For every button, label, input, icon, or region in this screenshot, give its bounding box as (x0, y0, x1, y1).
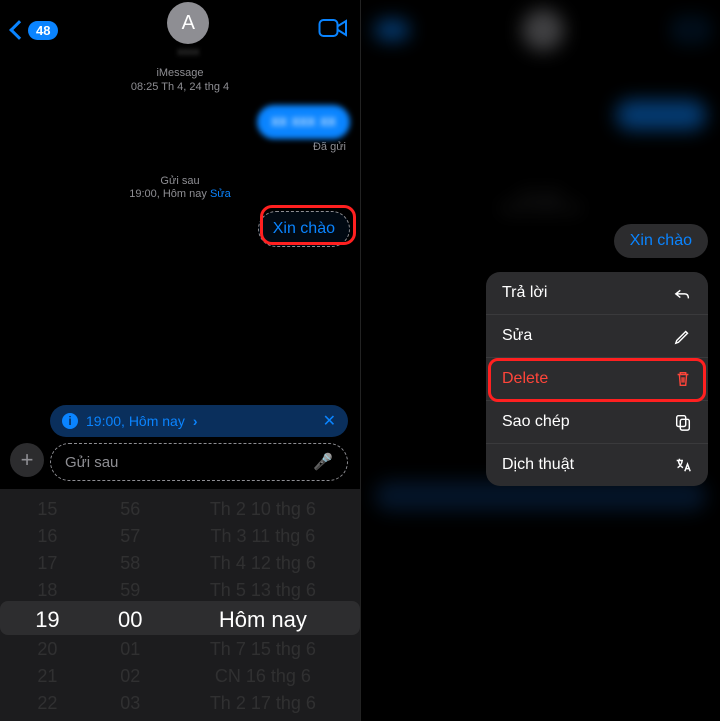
picker-option[interactable]: Th 4 12 thg 6 (210, 553, 316, 574)
thread-type-label: iMessage (10, 66, 350, 80)
chevron-right-icon: › (193, 413, 198, 429)
scheduled-caption: Gửi sau (10, 175, 350, 187)
unread-badge: 48 (28, 21, 58, 40)
right-screenshot: xxx xxxxxxxxx xxxxx xxx Xin chào Trả lời… (360, 0, 720, 721)
focused-message-bubble[interactable]: Xin chào (614, 224, 708, 258)
menu-item-sao-chép[interactable]: Sao chép (486, 401, 708, 444)
menu-item-label: Sửa (502, 327, 532, 345)
thread-timestamp: 08:25 Th 4, 24 thg 4 (10, 80, 350, 94)
picker-option[interactable]: Th 5 13 thg 6 (210, 580, 316, 601)
message-status: Đã gửi (10, 141, 350, 153)
back-button[interactable]: 48 (12, 21, 58, 40)
picker-option[interactable]: Th 3 11 thg 6 (210, 526, 315, 547)
avatar[interactable]: A (167, 2, 209, 44)
copy-icon (674, 413, 692, 431)
picker-option[interactable]: 58 (120, 553, 140, 574)
menu-item-dịch-thuật[interactable]: Dịch thuật (486, 444, 708, 486)
picker-option[interactable]: 18 (37, 580, 57, 601)
picker-option[interactable]: 03 (120, 693, 140, 714)
video-icon (318, 17, 348, 39)
datetime-picker[interactable]: 151617181920212223 565758590001020304 Th… (0, 489, 360, 721)
picker-option[interactable]: 02 (120, 666, 140, 687)
context-menu: Trả lời Sửa Delete Sao chép Dịch thuật (486, 272, 708, 486)
menu-item-label: Trả lời (502, 284, 547, 302)
picker-option[interactable]: Th 7 15 thg 6 (210, 639, 316, 660)
picker-option[interactable]: Th 2 10 thg 6 (210, 499, 316, 520)
menu-item-delete[interactable]: Delete (486, 358, 708, 401)
facetime-button[interactable] (318, 17, 348, 44)
picker-option[interactable]: 22 (37, 693, 57, 714)
reply-icon (674, 284, 692, 302)
picker-option[interactable]: CN 16 thg 6 (215, 666, 311, 687)
scheduled-message-bubble[interactable]: Xin chào (258, 211, 350, 247)
trash-icon (674, 370, 692, 388)
schedule-chip-label: 19:00, Hôm nay (86, 413, 185, 429)
message-bubble-sent[interactable]: xx xxx xx (257, 105, 350, 139)
pencil-icon (674, 327, 692, 345)
compose-area: i 19:00, Hôm nay › ✕ Gửi sau 🎤 + (0, 399, 360, 489)
menu-item-label: Dịch thuật (502, 456, 574, 474)
picker-option[interactable]: 20 (37, 639, 57, 660)
menu-item-trả-lời[interactable]: Trả lời (486, 272, 708, 315)
contact-name: xxxx (177, 46, 199, 58)
picker-option[interactable]: 21 (37, 666, 57, 687)
menu-item-label: Delete (502, 370, 548, 388)
picker-option[interactable]: 56 (120, 499, 140, 520)
chevron-left-icon (9, 20, 29, 40)
info-icon: i (62, 413, 78, 429)
picker-option[interactable]: 01 (120, 639, 140, 660)
picker-option[interactable]: 16 (37, 526, 57, 547)
picker-option[interactable]: 15 (37, 499, 57, 520)
menu-item-label: Sao chép (502, 413, 570, 431)
picker-option[interactable]: 17 (37, 553, 57, 574)
scheduled-time-line: 19:00, Hôm nay Sửa (10, 187, 350, 201)
picker-selection-bar (0, 601, 360, 635)
menu-item-sửa[interactable]: Sửa (486, 315, 708, 358)
scheduled-edit-link[interactable]: Sửa (210, 188, 231, 200)
mic-icon[interactable]: 🎤 (313, 452, 333, 472)
clear-schedule-button[interactable]: ✕ (323, 411, 336, 431)
picker-option[interactable]: 59 (120, 580, 140, 601)
message-input[interactable]: Gửi sau 🎤 (50, 443, 348, 481)
picker-option[interactable]: 57 (120, 526, 140, 547)
chat-header: 48 A xxxx (0, 0, 360, 60)
chat-body: iMessage 08:25 Th 4, 24 thg 4 xx xxx xx … (0, 60, 360, 247)
left-screenshot: 48 A xxxx iMessage 08:25 Th 4, 24 thg 4 … (0, 0, 360, 721)
scheduled-time-value: 19:00, Hôm nay (129, 188, 207, 200)
message-placeholder: Gửi sau (65, 454, 118, 471)
attach-button[interactable]: + (10, 443, 44, 477)
schedule-chip[interactable]: i 19:00, Hôm nay › ✕ (50, 405, 348, 437)
picker-option[interactable]: Th 2 17 thg 6 (210, 693, 316, 714)
translate-icon (674, 456, 692, 474)
